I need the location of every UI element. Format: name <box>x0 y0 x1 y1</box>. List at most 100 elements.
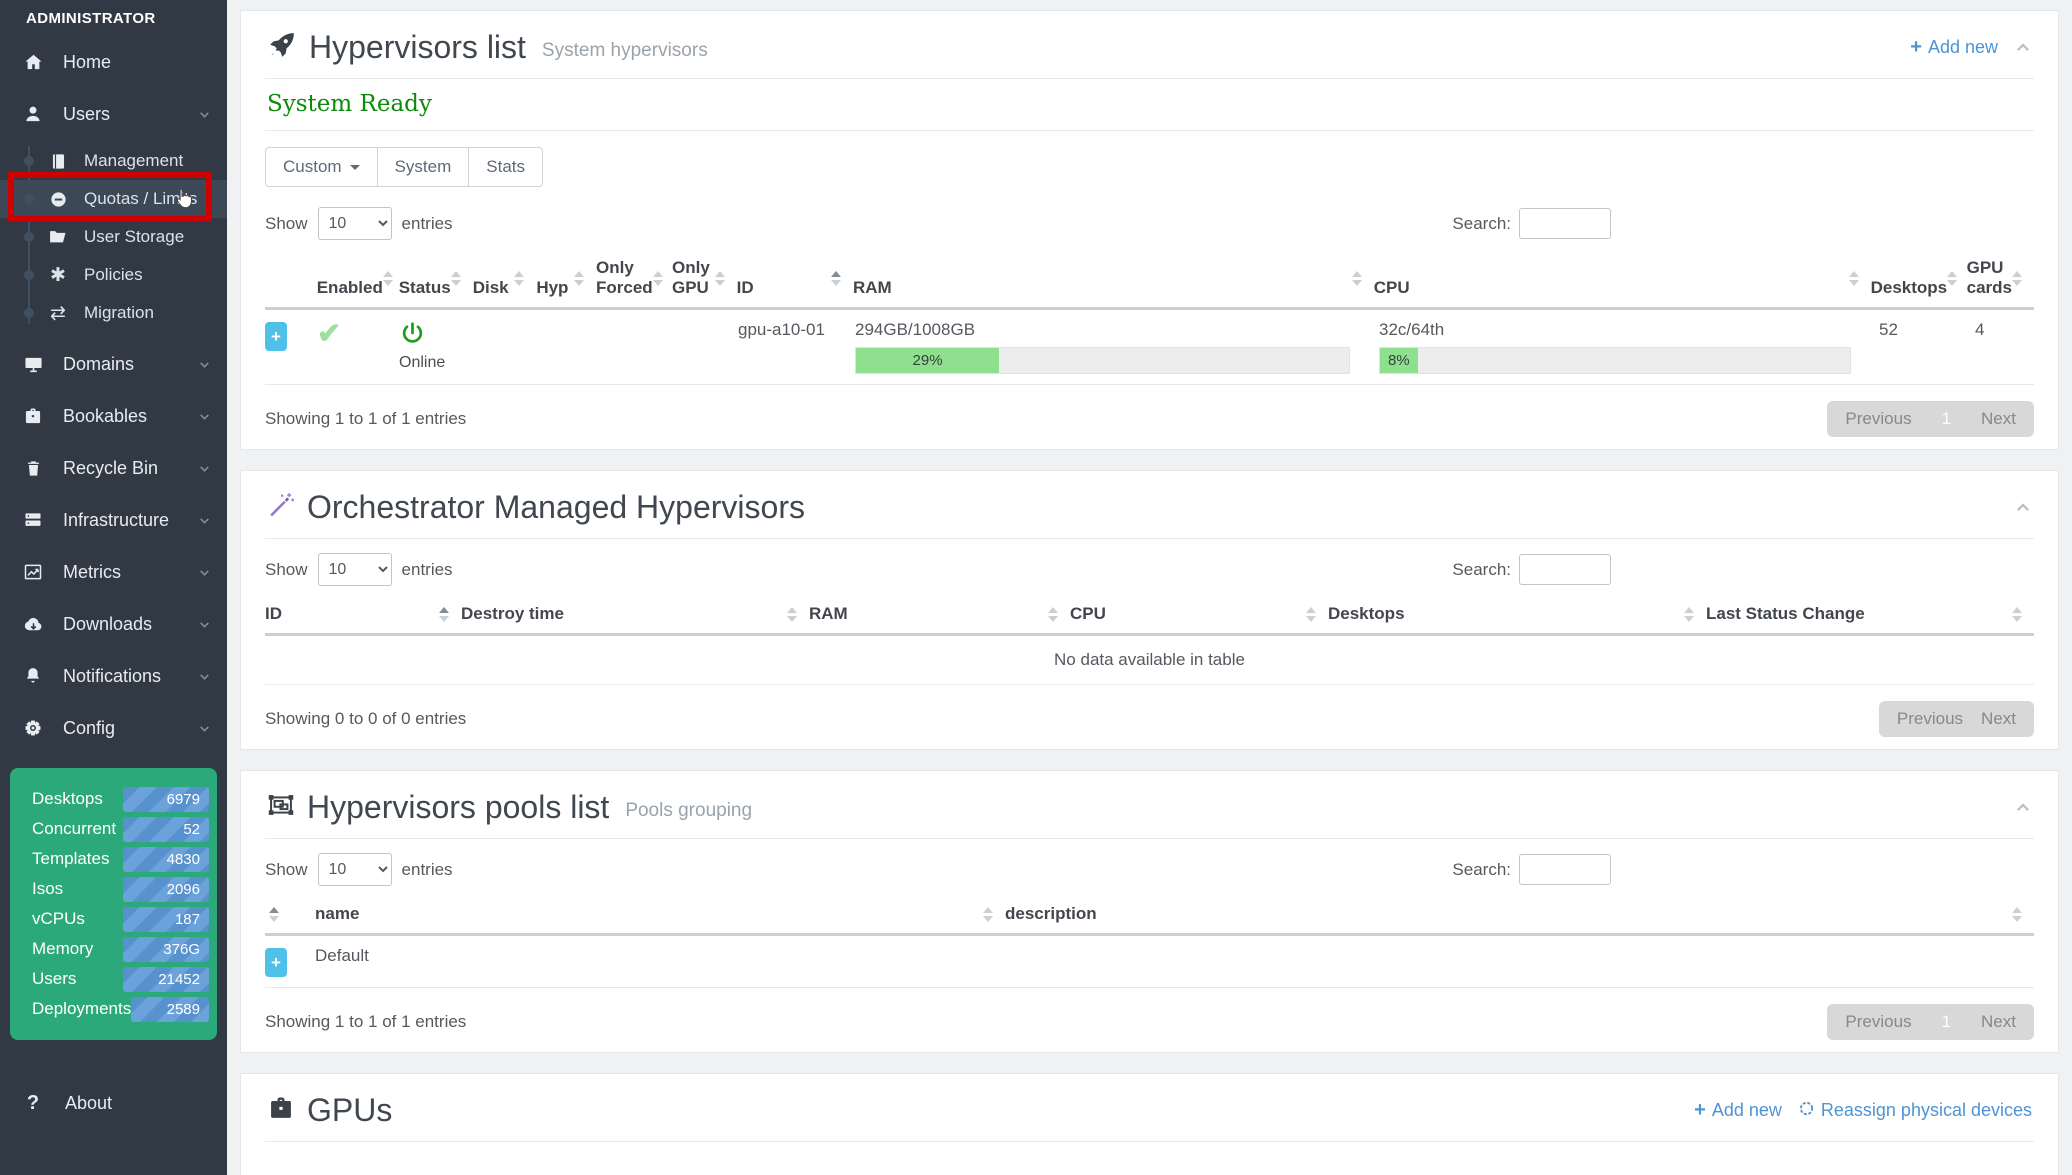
current-page-button[interactable]: 1 <box>1942 1012 1951 1032</box>
stat-badge: 2096 <box>123 877 209 902</box>
sidebar-subitem-migration[interactable]: ⇄ Migration <box>0 294 227 332</box>
column-header-destroy-time[interactable]: Destroy time <box>461 594 809 633</box>
column-header-hyp[interactable]: Hyp <box>536 248 596 307</box>
sort-icon <box>439 607 453 622</box>
next-page-button[interactable]: Next <box>1981 1012 2016 1032</box>
sidebar-subitem-policies[interactable]: ✱ Policies <box>0 256 227 294</box>
search-input[interactable] <box>1519 554 1611 585</box>
next-page-button[interactable]: Next <box>1981 709 2016 729</box>
sidebar-item-about[interactable]: ? About <box>0 1092 227 1115</box>
sidebar-item-recycle-bin[interactable]: Recycle Bin <box>0 442 227 494</box>
showing-entries-text: Showing 1 to 1 of 1 entries <box>265 1012 466 1032</box>
object-group-icon <box>267 791 295 824</box>
collapse-icon[interactable] <box>2014 499 2032 517</box>
stat-badge: 21452 <box>123 967 209 992</box>
column-header-enabled[interactable]: Enabled <box>317 248 399 307</box>
column-header-architecture[interactable]: Architecture <box>1641 1164 1769 1175</box>
search-input[interactable] <box>1519 208 1611 239</box>
column-header-id[interactable]: ID <box>265 594 461 633</box>
column-header-expand[interactable] <box>265 894 315 933</box>
column-header-description[interactable]: description <box>1005 894 2034 933</box>
gpus-table-header: Name Description Physical Dev Active Pro… <box>265 1164 2034 1175</box>
column-header-desktops[interactable]: Desktops <box>1871 248 1967 307</box>
column-header-disk[interactable]: Disk <box>473 248 537 307</box>
column-header-memory[interactable]: Memory <box>1769 1164 1881 1175</box>
stats-view-button[interactable]: Stats <box>468 147 543 187</box>
sidebar-item-users[interactable]: Users <box>0 88 227 140</box>
column-header-cpu[interactable]: CPU <box>1374 248 1871 307</box>
sidebar-item-infrastructure[interactable]: Infrastructure <box>0 494 227 546</box>
column-header-only-gpu[interactable]: Only GPU <box>672 248 737 307</box>
column-header-model[interactable]: Model <box>1566 1164 1641 1175</box>
page-size-select[interactable]: 10 <box>318 553 392 586</box>
stat-row-users: Users21452 <box>10 964 209 994</box>
next-page-button[interactable]: Next <box>1981 409 2016 429</box>
magic-wand-icon <box>267 491 295 524</box>
sidebar-subitem-user-storage[interactable]: User Storage <box>0 218 227 256</box>
collapse-icon[interactable] <box>2014 799 2032 817</box>
cpu-progress-fill: 8% <box>1380 348 1418 373</box>
entries-label: entries <box>402 560 453 580</box>
search-label: Search: <box>1452 214 1511 234</box>
column-header-status[interactable]: Status <box>399 248 473 307</box>
expand-row-button[interactable]: + <box>265 322 287 351</box>
custom-view-button[interactable]: Custom <box>265 147 378 187</box>
sidebar-item-label: Domains <box>63 354 134 375</box>
column-header-name[interactable]: Name <box>315 1164 653 1175</box>
page-size-select[interactable]: 10 <box>318 207 392 240</box>
showing-entries-text: Showing 0 to 0 of 0 entries <box>265 709 466 729</box>
sidebar-subitem-management[interactable]: Management <box>0 142 227 180</box>
showing-entries-text: Showing 1 to 1 of 1 entries <box>265 409 466 429</box>
sidebar-item-home[interactable]: Home <box>0 36 227 88</box>
stat-badge: 6979 <box>123 787 209 812</box>
sidebar-subitem-label: Management <box>84 151 183 171</box>
system-view-button[interactable]: System <box>377 147 470 187</box>
column-header-desktops[interactable]: Desktops <box>1328 594 1706 633</box>
column-header-gpu-cards[interactable]: GPU cards <box>1967 248 2034 307</box>
column-header-physical-dev[interactable]: Physical Dev <box>848 1164 1079 1175</box>
column-header-ram[interactable]: RAM <box>809 594 1070 633</box>
expand-row-button[interactable]: + <box>265 948 287 977</box>
column-header-desktops-started[interactable]: Desktops started <box>1336 1164 1496 1175</box>
empty-table-message: No data available in table <box>265 636 2034 685</box>
sidebar-item-config[interactable]: Config <box>0 702 227 754</box>
column-header-brand[interactable]: Brand <box>1496 1164 1566 1175</box>
column-header-only-forced[interactable]: Only Forced <box>596 248 672 307</box>
column-header-action[interactable]: Action <box>1881 1164 2034 1175</box>
search-input[interactable] <box>1519 854 1611 885</box>
stat-label: Templates <box>32 849 109 869</box>
column-header-ram[interactable]: RAM <box>853 248 1374 307</box>
page-size-select[interactable]: 10 <box>318 853 392 886</box>
sidebar-subitem-quotas-limits[interactable]: Quotas / Limits <box>0 180 227 218</box>
previous-page-button[interactable]: Previous <box>1897 709 1963 729</box>
pools-panel: Hypervisors pools list Pools grouping Sh… <box>240 770 2059 1053</box>
column-header-active-profile[interactable]: Active Profile <box>1079 1164 1213 1175</box>
pool-description <box>1005 936 2034 987</box>
add-new-gpu-button[interactable]: +Add new <box>1694 1099 1782 1122</box>
sidebar-item-notifications[interactable]: Notifications <box>0 650 227 702</box>
stat-label: Deployments <box>32 999 131 1019</box>
sort-icon <box>1306 607 1320 622</box>
section-title: Orchestrator Managed Hypervisors <box>307 489 805 526</box>
previous-page-button[interactable]: Previous <box>1845 1012 1911 1032</box>
column-header-cpu[interactable]: CPU <box>1070 594 1328 633</box>
current-page-button[interactable]: 1 <box>1942 409 1951 429</box>
gpus-panel: GPUs +Add new Reassign physical devices … <box>240 1073 2059 1175</box>
add-new-button[interactable]: +Add new <box>1910 36 1998 59</box>
briefcase-icon <box>20 406 46 426</box>
column-header-description[interactable]: Description <box>653 1164 848 1175</box>
sidebar-item-metrics[interactable]: Metrics <box>0 546 227 598</box>
sidebar-item-downloads[interactable]: Downloads <box>0 598 227 650</box>
sidebar-subitem-label: Policies <box>84 265 143 285</box>
column-header-last-status-change[interactable]: Last Status Change <box>1706 594 2034 633</box>
previous-page-button[interactable]: Previous <box>1845 409 1911 429</box>
column-header-plans[interactable]: Plans <box>1213 1164 1336 1175</box>
sidebar-subitem-label: User Storage <box>84 227 184 247</box>
sidebar-item-domains[interactable]: Domains <box>0 338 227 390</box>
collapse-icon[interactable] <box>2014 39 2032 57</box>
reassign-devices-button[interactable]: Reassign physical devices <box>1798 1100 2032 1122</box>
sidebar-item-bookables[interactable]: Bookables <box>0 390 227 442</box>
column-header-name[interactable]: name <box>315 894 1005 933</box>
entries-label: entries <box>402 214 453 234</box>
column-header-id[interactable]: ID <box>737 248 853 307</box>
